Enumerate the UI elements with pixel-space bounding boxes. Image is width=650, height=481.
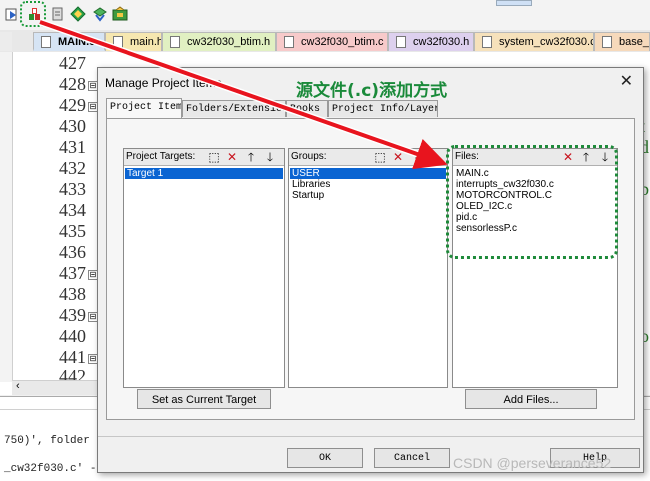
targets-list[interactable]: Target 1 (125, 168, 283, 179)
delete-icon[interactable]: ✕ (391, 150, 405, 164)
cancel-button[interactable]: Cancel (374, 448, 450, 468)
tab-folders-extensions[interactable]: Folders/Extensions (182, 100, 286, 117)
build-target-icon[interactable] (4, 6, 20, 22)
tab-books[interactable]: Books (286, 100, 328, 117)
manage-project-items-dialog: Manage Project Items ✕ Project Items Fol… (97, 67, 644, 473)
file-icon (602, 36, 612, 48)
horizontal-scrollbar[interactable]: ‹ (12, 380, 102, 395)
groups-header: Groups: ⬚ ✕ 🡑 🡓 (289, 149, 447, 166)
tabbar-left-edge (0, 32, 12, 51)
add-files-button[interactable]: Add Files... (465, 389, 597, 409)
delete-icon[interactable]: ✕ (225, 150, 239, 164)
manage-project-items-icon[interactable] (27, 6, 43, 22)
green-diamond-icon[interactable] (70, 6, 86, 22)
output-line: _cw32f030.c' - (4, 463, 97, 475)
file-icon (284, 36, 294, 48)
line-number: 428 (59, 74, 86, 94)
output-line: 750)', folder (4, 435, 90, 447)
set-as-current-target-button[interactable]: Set as Current Target (137, 389, 271, 409)
new-item-icon[interactable]: ⬚ (207, 150, 221, 164)
options-icon[interactable] (50, 6, 66, 22)
toolbar (0, 0, 650, 31)
groups-list[interactable]: USER Libraries Startup (290, 168, 446, 201)
close-icon[interactable]: ✕ (620, 71, 633, 91)
line-number: 437 (59, 263, 86, 283)
watermark: CSDN @perseverance52 (453, 455, 612, 471)
targets-header-label: Project Targets: (126, 151, 196, 162)
groups-panel: Groups: ⬚ ✕ 🡑 🡓 USER Libraries Startup (288, 148, 448, 388)
tab-project-info-layer[interactable]: Project Info/Layer (328, 100, 438, 117)
move-down-icon[interactable]: 🡓 (263, 150, 277, 164)
list-item[interactable]: USER (290, 168, 446, 179)
tab-base-t[interactable]: base_t (594, 32, 650, 51)
file-icon (41, 36, 51, 48)
line-number: 431 (59, 137, 86, 157)
line-number: 433 (59, 179, 86, 199)
file-icon (396, 36, 406, 48)
line-number: 441 (59, 347, 86, 367)
tab-system-cw32f030-c[interactable]: system_cw32f030.c (474, 32, 594, 51)
move-up-icon[interactable]: 🡑 (244, 150, 258, 164)
file-icon (170, 36, 180, 48)
line-number: 429 (59, 95, 86, 115)
list-item[interactable]: Startup (290, 190, 446, 201)
tab-cw32f030-h[interactable]: cw32f030.h (388, 32, 474, 51)
ok-button[interactable]: OK (287, 448, 363, 468)
line-number: 439 (59, 305, 86, 325)
tab-cw32f030-btim-c[interactable]: cw32f030_btim.c (276, 32, 388, 51)
groups-header-label: Groups: (291, 151, 327, 162)
line-number: 434 (59, 200, 86, 220)
tab-cw32f030-btim-h[interactable]: cw32f030_btim.h (162, 32, 276, 51)
tab-main-h[interactable]: main.h (105, 32, 162, 51)
new-item-icon[interactable]: ⬚ (373, 150, 387, 164)
tab-main-c[interactable]: MAIN.c (33, 32, 105, 51)
line-number: 430 (59, 116, 86, 136)
scroll-left-icon[interactable]: ‹ (16, 380, 20, 392)
move-down-icon[interactable]: 🡓 (428, 150, 442, 164)
file-tab-bar: MAIN.c main.h cw32f030_btim.h cw32f030_b… (0, 30, 650, 52)
line-number: 427 (59, 53, 86, 73)
line-number: 436 (59, 242, 86, 262)
pack-installer-icon[interactable] (92, 6, 108, 22)
software-packs-icon[interactable] (112, 6, 128, 22)
scroll-indicator (496, 0, 532, 6)
line-number: 435 (59, 221, 86, 241)
dialog-title: Manage Project Items (105, 76, 222, 90)
targets-header: Project Targets: ⬚ ✕ 🡑 🡓 (124, 149, 284, 166)
tab-project-items[interactable]: Project Items (106, 98, 182, 118)
file-icon (113, 36, 123, 48)
annotation-label: 源文件(.c)添加方式 (296, 81, 448, 101)
project-targets-panel: Project Targets: ⬚ ✕ 🡑 🡓 Target 1 (123, 148, 285, 388)
file-icon (482, 36, 492, 48)
files-highlight-ring (446, 145, 618, 259)
move-up-icon[interactable]: 🡑 (409, 150, 423, 164)
line-number: 438 (59, 284, 86, 304)
list-item[interactable]: Target 1 (125, 168, 283, 179)
dialog-footer-divider (98, 436, 643, 437)
list-item[interactable]: Libraries (290, 179, 446, 190)
editor-left-gutter (0, 52, 13, 382)
line-number: 432 (59, 158, 86, 178)
line-number: 440 (59, 326, 86, 346)
